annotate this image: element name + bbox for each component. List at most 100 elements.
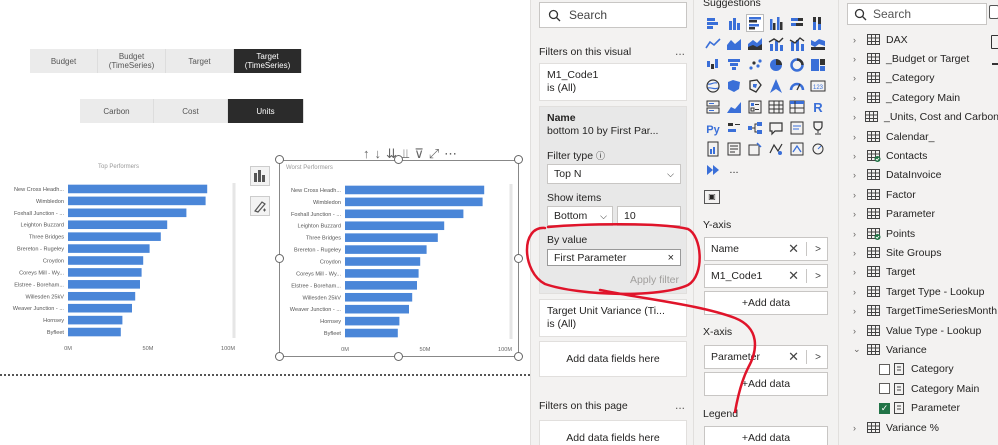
y-axis-add-data-button[interactable]: +Add data: [704, 291, 828, 315]
kpi-icon[interactable]: [725, 98, 743, 116]
bar[interactable]: [345, 281, 417, 290]
chevron-right-icon[interactable]: ›: [853, 267, 863, 277]
python-visual-icon[interactable]: Py: [704, 119, 722, 137]
line-column-icon[interactable]: [767, 35, 785, 53]
data-search-input[interactable]: Search: [847, 3, 987, 25]
stacked-bar-icon[interactable]: [704, 14, 722, 32]
chevron-right-icon[interactable]: ›: [853, 326, 863, 336]
field-row-category-main[interactable]: Category Main: [839, 379, 998, 398]
resize-handle[interactable]: [275, 155, 284, 164]
y-axis-field-m1-code1[interactable]: M1_Code1 ✕ >: [704, 264, 828, 288]
custom-visual-5-icon[interactable]: [809, 140, 827, 158]
chevron-right-icon[interactable]: ›: [853, 73, 863, 83]
custom-visual-1-icon[interactable]: [725, 140, 743, 158]
add-fields-page-dropzone[interactable]: Add data fields here: [539, 420, 687, 445]
worst-performers-chart[interactable]: Worst Performers New Cross Headh... Wimbl…: [279, 160, 519, 357]
metrics-icon[interactable]: [809, 119, 827, 137]
close-icon[interactable]: ×: [668, 252, 674, 264]
bar[interactable]: [68, 220, 168, 230]
filter-card-target-variance[interactable]: Target Unit Variance (Ti... is (All): [539, 299, 687, 337]
table-icon[interactable]: [767, 98, 785, 116]
scatter-icon[interactable]: [746, 56, 764, 74]
chevron-right-icon[interactable]: ›: [853, 190, 863, 200]
area-chart-icon[interactable]: [725, 35, 743, 53]
decomposition-tree-icon[interactable]: [746, 119, 764, 137]
table-row-factor[interactable]: › Factor: [839, 185, 998, 204]
bar[interactable]: [345, 269, 419, 278]
bar[interactable]: [68, 280, 140, 289]
table-row-calendar[interactable]: › Calendar_: [839, 127, 998, 146]
table-row-category-main[interactable]: › _Category Main: [839, 88, 998, 107]
chevron-down-icon[interactable]: ⌄: [853, 344, 863, 355]
toggle-budget-timeseries[interactable]: Budget (TimeSeries): [98, 49, 166, 73]
top-performers-chart[interactable]: Top Performers New Cross Headh... Wimbled…: [0, 160, 245, 355]
table-row-contacts[interactable]: › Contacts: [839, 146, 998, 165]
field-checkbox[interactable]: [879, 383, 890, 395]
bar[interactable]: [345, 328, 398, 338]
donut-icon[interactable]: [788, 56, 806, 74]
by-value-field[interactable]: First Parameter ×: [547, 249, 681, 266]
bar[interactable]: [68, 291, 136, 301]
table-row-parameter[interactable]: › Parameter: [839, 205, 998, 224]
table-row-budget-or-target[interactable]: › _Budget or Target: [839, 49, 998, 68]
bar[interactable]: [68, 303, 132, 313]
y-axis-field-name[interactable]: Name ✕ >: [704, 237, 828, 261]
treemap-icon[interactable]: [809, 56, 827, 74]
chevron-right-icon[interactable]: ›: [853, 423, 863, 433]
x-axis-field-parameter[interactable]: Parameter ✕ >: [704, 345, 828, 369]
100-bar-icon[interactable]: [788, 14, 806, 32]
bar[interactable]: [345, 233, 438, 242]
pie-icon[interactable]: [767, 56, 785, 74]
filter-card-m1-code1[interactable]: M1_Code1 is (All): [539, 63, 687, 101]
table-row-category[interactable]: › _Category: [839, 69, 998, 88]
azure-map-icon[interactable]: [767, 77, 785, 95]
table-row-site-groups[interactable]: › Site Groups: [839, 243, 998, 262]
map-icon[interactable]: [704, 77, 722, 95]
table-row-points[interactable]: › Points: [839, 224, 998, 243]
chevron-right-icon[interactable]: ›: [853, 229, 863, 239]
resize-handle[interactable]: [275, 254, 284, 263]
key-influencers-icon[interactable]: [725, 119, 743, 137]
field-checkbox[interactable]: ✓: [879, 402, 890, 414]
format-visual-icon[interactable]: [250, 196, 270, 216]
table-row-target-type-lookup[interactable]: › Target Type - Lookup: [839, 282, 998, 301]
toggle-target-timeseries[interactable]: Target (TimeSeries): [234, 49, 302, 73]
resize-handle[interactable]: [514, 155, 523, 164]
chevron-right-icon[interactable]: >: [815, 352, 821, 363]
toggle-target[interactable]: Target: [166, 49, 234, 73]
bar[interactable]: [68, 244, 150, 253]
bar[interactable]: [345, 257, 421, 266]
bar[interactable]: [68, 232, 161, 241]
table-row-targettimeseriesmonth[interactable]: › TargetTimeSeriesMonth: [839, 301, 998, 320]
show-items-count-input[interactable]: 10: [617, 206, 681, 226]
chevron-right-icon[interactable]: ›: [853, 209, 863, 219]
chevron-right-icon[interactable]: ›: [853, 151, 863, 161]
field-checkbox[interactable]: [879, 363, 890, 375]
toggle-carbon[interactable]: Carbon: [80, 99, 154, 123]
card-icon[interactable]: 123: [809, 77, 827, 95]
bar[interactable]: [345, 292, 413, 302]
clustered-bar-icon[interactable]: [746, 14, 764, 32]
power-automate-icon[interactable]: [704, 161, 722, 179]
chevron-right-icon[interactable]: ›: [853, 170, 863, 180]
funnel-icon[interactable]: [725, 56, 743, 74]
resize-handle[interactable]: [394, 352, 403, 361]
apply-filter-button[interactable]: Apply filter: [630, 274, 679, 286]
100-column-icon[interactable]: [809, 14, 827, 32]
custom-visual-2-icon[interactable]: [746, 140, 764, 158]
table-row-dax[interactable]: › DAX: [839, 30, 998, 49]
x-axis-add-data-button[interactable]: +Add data: [704, 372, 828, 396]
bar[interactable]: [68, 208, 187, 218]
stacked-column-icon[interactable]: [725, 14, 743, 32]
chevron-right-icon[interactable]: ›: [853, 306, 863, 316]
table-row-datainvoice[interactable]: › DataInvoice: [839, 166, 998, 185]
bar[interactable]: [345, 221, 445, 231]
bar[interactable]: [345, 197, 483, 207]
field-row-parameter[interactable]: ✓ Parameter: [839, 398, 998, 417]
r-visual-icon[interactable]: R: [809, 98, 827, 116]
slicer-icon[interactable]: [746, 98, 764, 116]
table-row-variance[interactable]: › Variance %: [839, 418, 998, 437]
chevron-right-icon[interactable]: ›: [853, 287, 863, 297]
table-row-target[interactable]: › Target: [839, 263, 998, 282]
remove-field-icon[interactable]: ✕: [788, 268, 799, 284]
